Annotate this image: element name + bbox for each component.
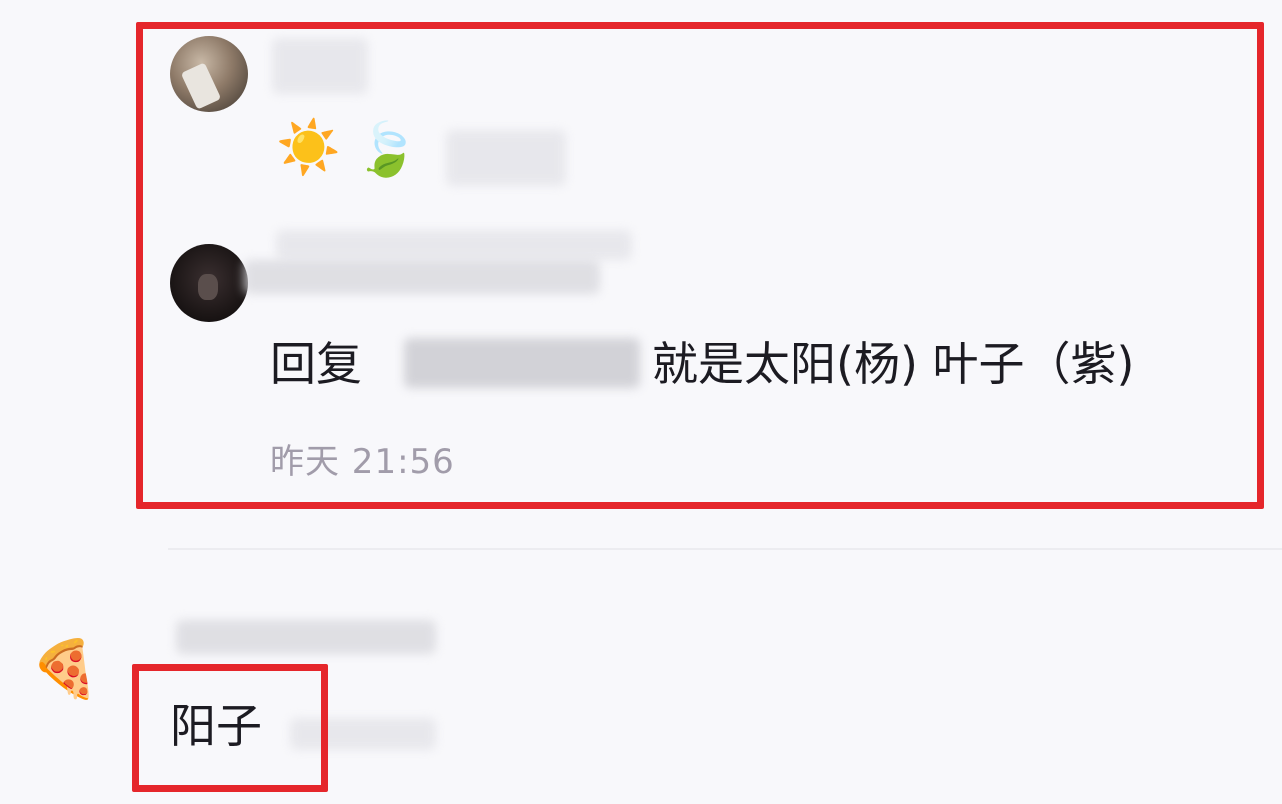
pizza-icon[interactable]: 🍕 <box>30 642 100 698</box>
divider <box>168 548 1282 550</box>
highlight-box <box>132 664 328 792</box>
highlight-box <box>136 22 1264 509</box>
blurred-username <box>176 620 436 654</box>
comment-thread: ☀️ 🍃 回复 就是太阳(杨) 叶子（紫) 昨天 21:56 🍕 阳子 <box>0 0 1282 804</box>
